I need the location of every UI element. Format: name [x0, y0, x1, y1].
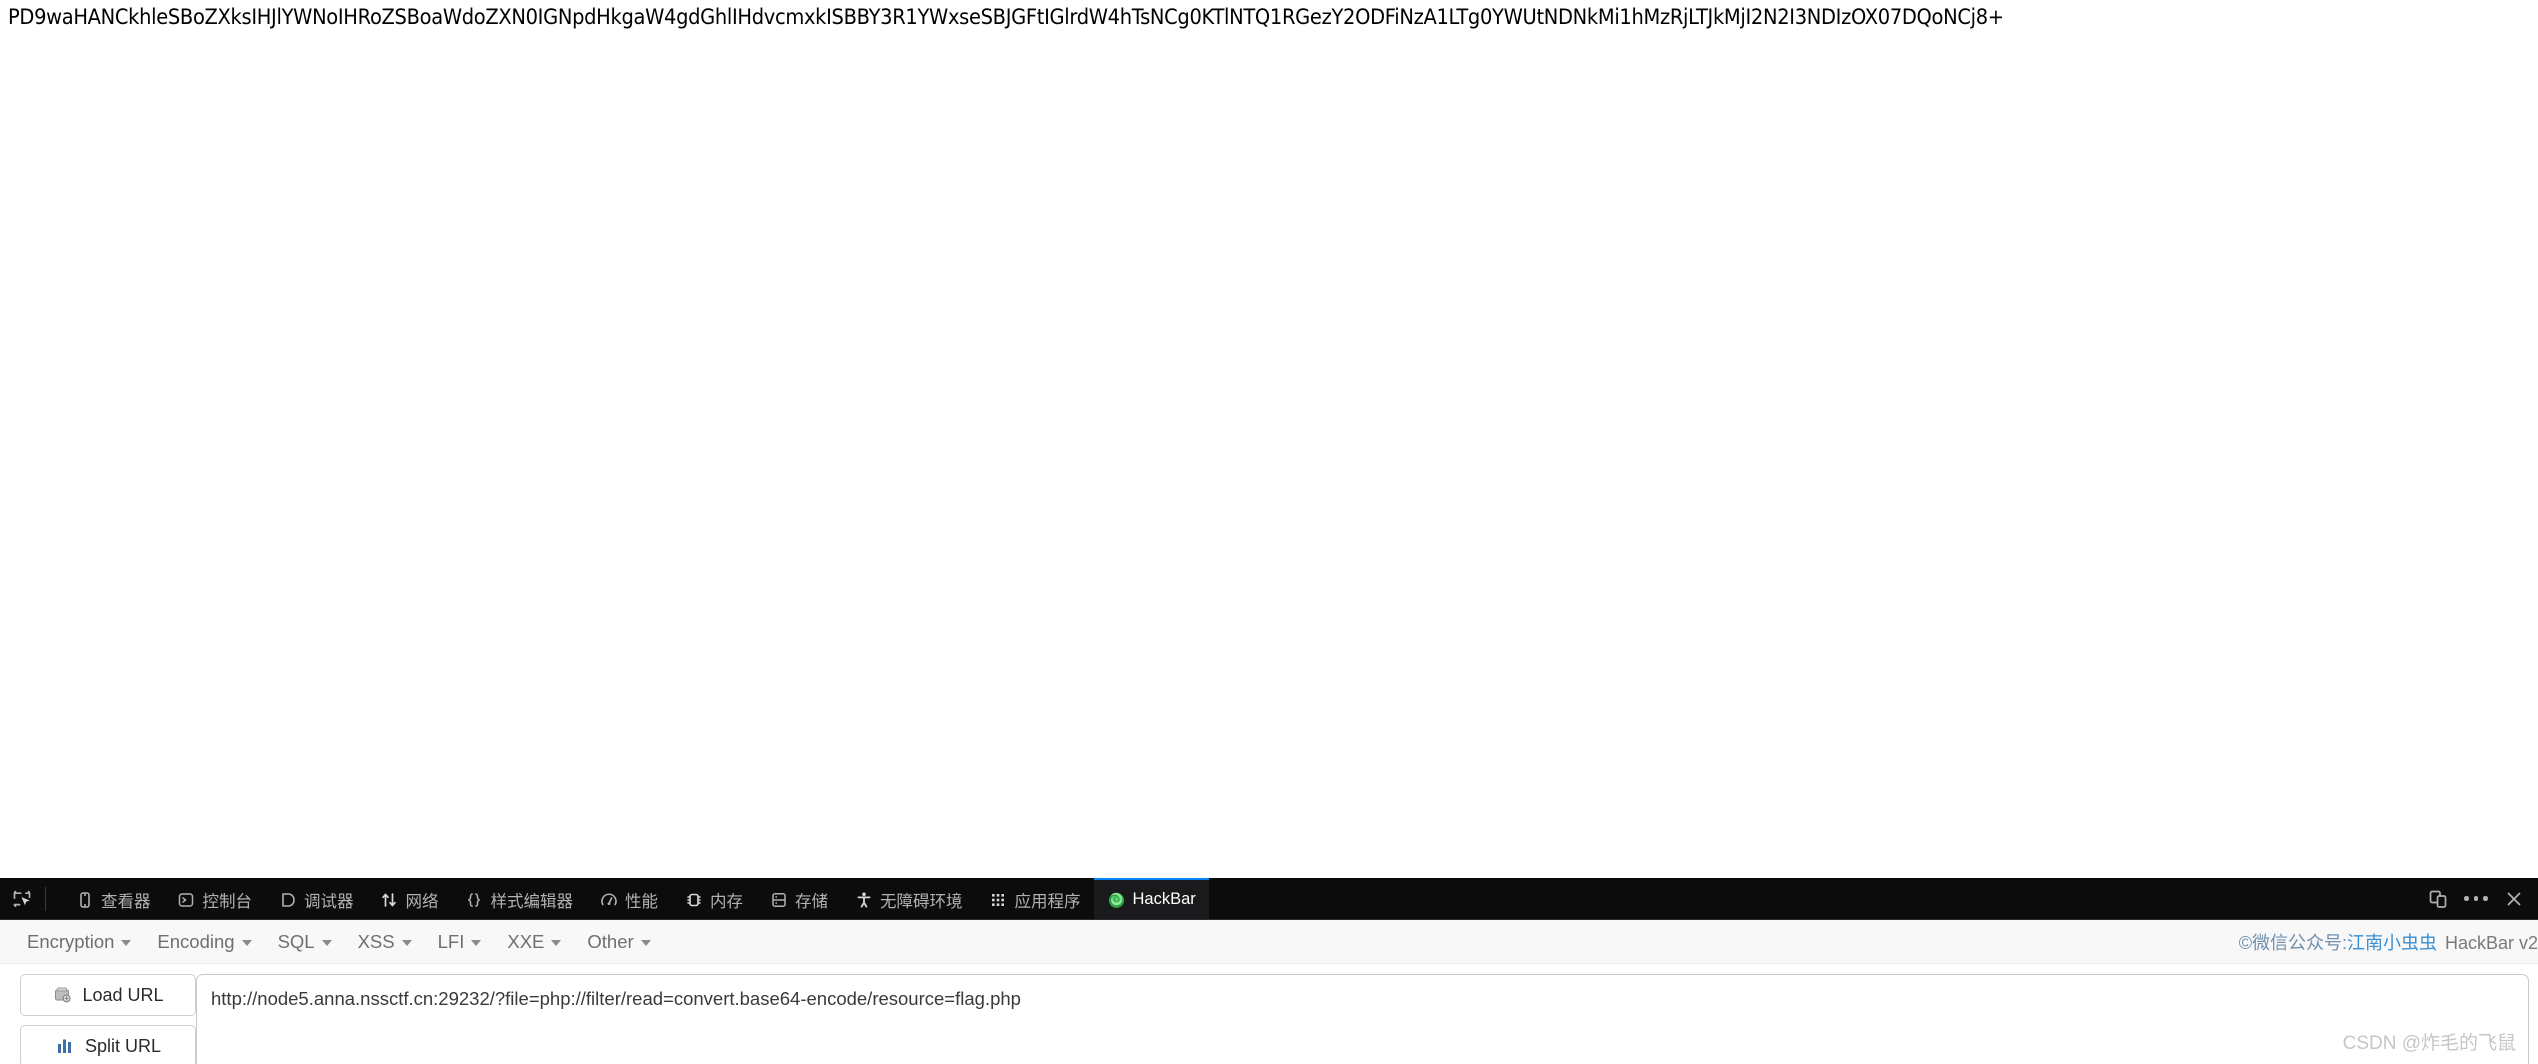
- browser-viewport: PD9waHANCkhleSBoZXksIHJlYWNoIHRoZSBoaWdo…: [0, 0, 2538, 878]
- hackbar-menu-encoding-label: Encoding: [157, 930, 235, 952]
- chevron-down-icon: [241, 940, 252, 946]
- chevron-down-icon: [471, 940, 482, 946]
- hackbar-url-container: [196, 974, 2538, 1064]
- chevron-down-icon: [401, 940, 412, 946]
- split-url-button[interactable]: Split URL: [20, 1025, 196, 1064]
- chevron-down-icon: [321, 940, 332, 946]
- hackbar-menu-sql-label: SQL: [277, 930, 315, 952]
- hackbar-menu-sql[interactable]: SQL: [265, 927, 345, 957]
- hackbar-menu-xxe[interactable]: XXE: [494, 927, 574, 957]
- tab-inspector[interactable]: 查看器: [62, 878, 164, 919]
- hackbar-version-label: HackBar v2: [2444, 932, 2538, 953]
- debugger-icon: [278, 890, 297, 909]
- hackbar-menu-lfi[interactable]: LFI: [425, 927, 495, 957]
- close-x-icon[interactable]: [2498, 884, 2530, 914]
- element-picker-icon[interactable]: [9, 886, 35, 912]
- split-url-button-label: Split URL: [84, 1035, 162, 1056]
- hackbar-menu-encoding[interactable]: Encoding: [144, 927, 264, 957]
- hackbar-menu-xss-label: XSS: [357, 930, 395, 952]
- devtools-toolbar: 查看器 控制台 调试器 网络 样式编辑器 性能 内存 存储 无障碍环境 应用程序…: [0, 878, 2538, 920]
- tab-console[interactable]: 控制台: [164, 878, 266, 919]
- hackbar-menu-xss[interactable]: XSS: [345, 927, 425, 957]
- tab-network[interactable]: 网络: [367, 878, 452, 919]
- application-icon: [989, 890, 1008, 909]
- storage-icon: [769, 890, 788, 909]
- performance-icon: [599, 890, 618, 909]
- tab-hackbar[interactable]: HackBar: [1093, 878, 1209, 919]
- tab-performance-label: 性能: [625, 892, 658, 911]
- hackbar-menubar: Encryption Encoding SQL XSS LFI XXE Othe…: [0, 920, 2538, 964]
- hackbar-panel: Encryption Encoding SQL XSS LFI XXE Othe…: [0, 920, 2538, 1064]
- network-icon: [380, 890, 399, 909]
- hackbar-action-buttons: Load URL Split URL: [0, 974, 196, 1064]
- hackbar-menu-encryption[interactable]: Encryption: [14, 927, 144, 957]
- console-icon: [177, 890, 196, 909]
- load-url-button[interactable]: Load URL: [20, 974, 196, 1016]
- hackbar-menu-other-label: Other: [587, 930, 634, 952]
- hackbar-credit-link[interactable]: 江南小虫虫: [2347, 929, 2437, 955]
- chevron-down-icon: [640, 940, 651, 946]
- hackbar-menu-xxe-label: XXE: [507, 930, 545, 952]
- memory-icon: [684, 890, 703, 909]
- tab-debugger-label: 调试器: [304, 892, 354, 911]
- tab-storage-label: 存储: [795, 892, 828, 911]
- devtools-toolbar-right-controls: [2422, 878, 2538, 919]
- devtools-tab-strip: 查看器 控制台 调试器 网络 样式编辑器 性能 内存 存储 无障碍环境 应用程序…: [56, 878, 1209, 919]
- tab-style-editor[interactable]: 样式编辑器: [452, 878, 587, 919]
- chevron-down-icon: [121, 940, 132, 946]
- tab-application[interactable]: 应用程序: [976, 878, 1094, 919]
- tab-network-label: 网络: [405, 892, 439, 911]
- tab-hackbar-label: HackBar: [1132, 890, 1196, 908]
- hackbar-menu-encryption-label: Encryption: [27, 930, 115, 952]
- toolbar-divider: [45, 886, 46, 911]
- base64-page-output: PD9waHANCkhleSBoZXksIHJlYWNoIHRoZSBoaWdo…: [8, 5, 2004, 30]
- tab-performance[interactable]: 性能: [586, 878, 671, 919]
- load-url-button-label: Load URL: [82, 984, 164, 1005]
- accessibility-icon: [854, 890, 873, 909]
- chevron-down-icon: [551, 940, 562, 946]
- tab-storage[interactable]: 存储: [756, 878, 841, 919]
- url-input[interactable]: [196, 974, 2529, 1064]
- tab-accessibility-label: 无障碍环境: [880, 892, 963, 911]
- firefox-logo-icon: [1107, 890, 1126, 909]
- split-url-icon: [55, 1036, 76, 1057]
- tab-style-editor-label: 样式编辑器: [490, 892, 574, 911]
- element-picker-container: [0, 878, 56, 919]
- inspector-icon: [75, 890, 94, 909]
- load-url-icon: [52, 985, 73, 1006]
- style-editor-icon: [465, 890, 484, 909]
- tab-debugger[interactable]: 调试器: [265, 878, 367, 919]
- hackbar-body: Load URL Split URL: [0, 964, 2538, 1064]
- tab-application-label: 应用程序: [1014, 892, 1081, 911]
- tab-console-label: 控制台: [202, 892, 253, 911]
- tab-memory[interactable]: 内存: [671, 878, 756, 919]
- hackbar-credit: ©微信公众号: 江南小虫虫 HackBar v2: [2239, 929, 2538, 955]
- tab-inspector-label: 查看器: [101, 892, 151, 911]
- hackbar-credit-prefix: ©微信公众号:: [2238, 932, 2347, 953]
- tab-accessibility[interactable]: 无障碍环境: [841, 878, 976, 919]
- tab-memory-label: 内存: [710, 892, 743, 911]
- responsive-device-icon[interactable]: [2422, 884, 2454, 914]
- hackbar-menu-lfi-label: LFI: [437, 930, 465, 952]
- meatball-menu-icon[interactable]: [2460, 884, 2492, 914]
- hackbar-menu-other[interactable]: Other: [574, 927, 663, 957]
